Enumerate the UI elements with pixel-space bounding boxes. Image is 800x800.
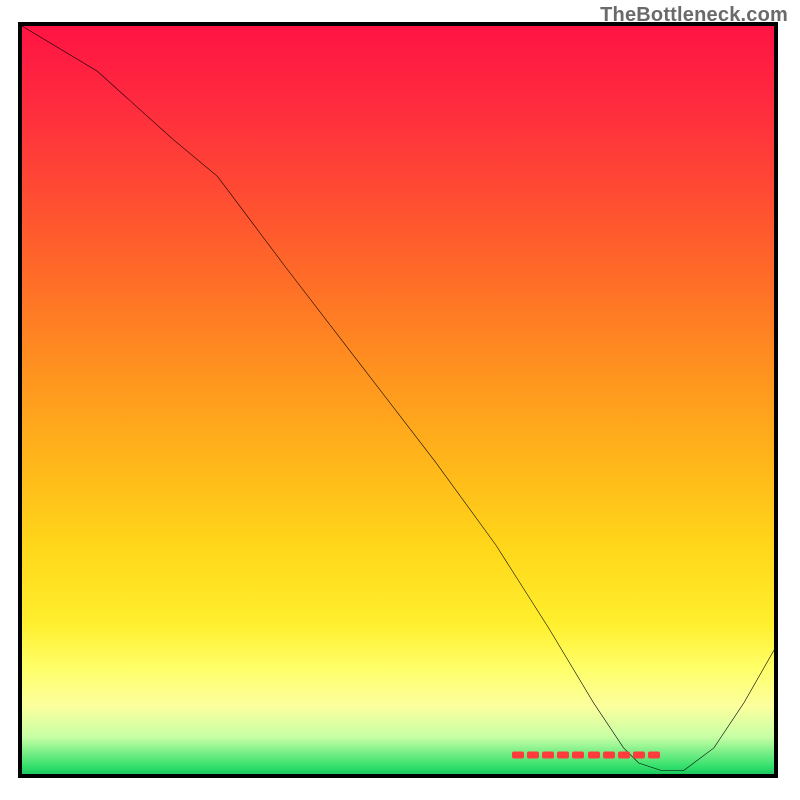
optimum-marker xyxy=(527,752,539,759)
bottleneck-curve-layer xyxy=(22,26,774,778)
optimum-marker xyxy=(542,752,554,759)
optimum-marker xyxy=(512,752,524,759)
optimum-marker xyxy=(618,752,630,759)
optimum-marker xyxy=(588,752,600,759)
bottleneck-chart: TheBottleneck.com xyxy=(0,0,800,800)
bottleneck-curve xyxy=(22,26,774,770)
plot-area xyxy=(18,22,778,778)
optimum-marker xyxy=(633,752,645,759)
optimum-marker xyxy=(572,752,584,759)
optimum-marker xyxy=(557,752,569,759)
optimum-marker xyxy=(648,752,660,759)
optimum-marker xyxy=(603,752,615,759)
watermark-label: TheBottleneck.com xyxy=(600,4,788,27)
